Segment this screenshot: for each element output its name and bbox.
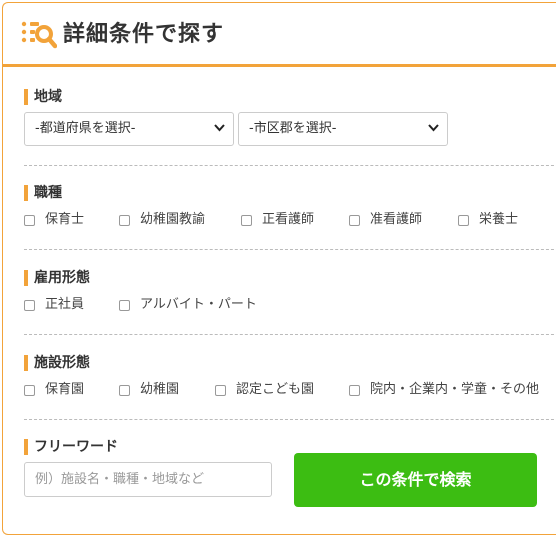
- chevron-down-icon: [428, 124, 439, 132]
- checkbox[interactable]: [119, 385, 130, 396]
- facility-section: 施設形態 保育園 幼稚園 認定こども園 院内・企業内・学童・その他: [24, 354, 556, 404]
- checkbox[interactable]: [349, 385, 360, 396]
- panel-header: 詳細条件で探す: [3, 3, 556, 67]
- checkbox[interactable]: [119, 215, 130, 226]
- facility-title: 施設形態: [24, 354, 556, 372]
- prefecture-select-value: -都道府県を選択-: [35, 121, 136, 136]
- chevron-down-icon: [214, 124, 225, 132]
- employment-section: 雇用形態 正社員 アルバイト・パート: [24, 269, 556, 319]
- checkbox[interactable]: [24, 215, 35, 226]
- divider: [24, 165, 556, 166]
- search-panel: 詳細条件で探す 地域 -都道府県を選択- -市区郡を選択- 職種 保育士 幼稚園…: [2, 2, 556, 535]
- job-type-title: 職種: [24, 184, 556, 202]
- divider: [24, 249, 556, 250]
- checkbox[interactable]: [24, 385, 35, 396]
- checkbox[interactable]: [349, 215, 360, 226]
- area-title: 地域: [24, 88, 556, 106]
- page-title: 詳細条件で探す: [63, 22, 225, 47]
- city-select-value: -市区郡を選択-: [249, 121, 337, 136]
- checkbox[interactable]: [24, 300, 35, 311]
- search-submit-button[interactable]: この条件で検索: [294, 453, 537, 507]
- checkbox[interactable]: [215, 385, 226, 396]
- employment-title: 雇用形態: [24, 269, 556, 287]
- checkbox[interactable]: [458, 215, 469, 226]
- checkbox[interactable]: [119, 300, 130, 311]
- freeword-placeholder: 例）施設名・職種・地域など: [35, 472, 205, 487]
- search-list-icon: [21, 21, 57, 49]
- area-section: 地域 -都道府県を選択- -市区郡を選択-: [24, 88, 556, 148]
- freeword-input[interactable]: 例）施設名・職種・地域など: [24, 462, 272, 497]
- divider: [24, 419, 556, 420]
- divider: [24, 334, 556, 335]
- checkbox[interactable]: [241, 215, 252, 226]
- job-type-section: 職種 保育士 幼稚園教諭 正看護師 准看護師 栄養士: [24, 184, 556, 234]
- prefecture-select[interactable]: -都道府県を選択-: [24, 112, 234, 146]
- city-select[interactable]: -市区郡を選択-: [238, 112, 448, 146]
